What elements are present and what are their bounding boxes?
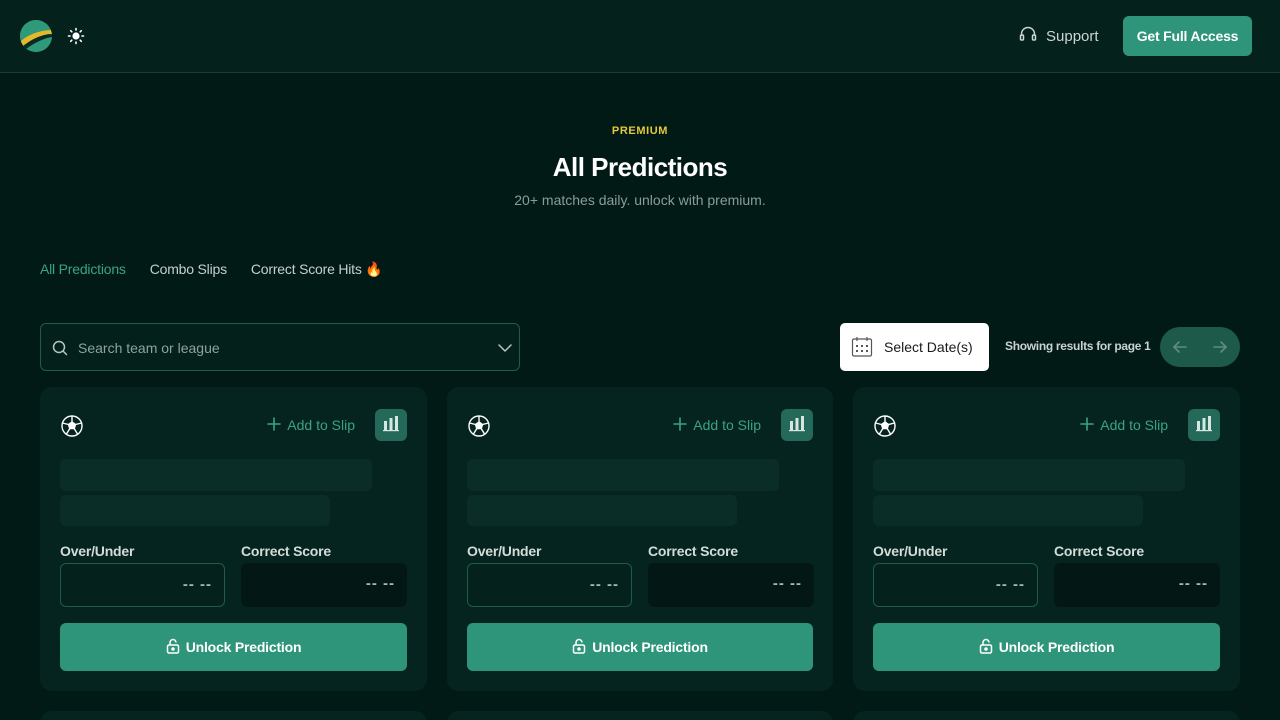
plus-icon [673,416,688,434]
correct-score-field: -- -- [241,563,407,607]
top-navbar: Support Get Full Access [0,0,1280,73]
stats-button[interactable] [375,409,407,441]
calendar-icon [851,336,873,363]
skeleton-line [467,459,779,491]
over-under-field: -- -- [873,563,1038,607]
search-icon [51,339,69,362]
correct-score-label: Correct Score [1054,543,1144,559]
support-label: Support [1046,27,1099,45]
bar-chart-icon [382,414,400,437]
pagination-controls [1160,327,1240,367]
headset-icon [1018,24,1038,48]
chevron-down-icon[interactable] [497,340,513,361]
bar-chart-icon [788,414,806,437]
correct-score-value: -- -- [1178,575,1208,592]
add-to-slip-label: Add to Slip [1100,417,1168,433]
prediction-card-peek [447,711,833,720]
prediction-card: Add to Slip Over/Under Correct Score -- … [447,387,833,691]
unlock-prediction-button[interactable]: Unlock Prediction [873,623,1220,671]
select-dates-label: Select Date(s) [884,339,973,355]
page-title: All Predictions [552,152,728,182]
skeleton-line [467,495,737,526]
soccer-ball-icon [467,414,491,443]
arrow-right-icon[interactable] [1210,337,1230,357]
pagination-status: Showing results for page 1 [1005,339,1151,353]
tab-combo-slips[interactable]: Combo Slips [150,261,227,278]
prediction-card-peek [853,711,1240,720]
search-box [40,323,520,371]
select-dates-button[interactable]: Select Date(s) [840,323,989,371]
unlock-prediction-button[interactable]: Unlock Prediction [60,623,407,671]
correct-score-field: -- -- [1054,563,1220,607]
page-subtitle: 20+ matches daily. unlock with premium. [514,192,766,208]
unlock-label: Unlock Prediction [998,639,1115,655]
prediction-card: Add to Slip Over/Under Correct Score -- … [853,387,1240,691]
over-under-label: Over/Under [60,543,135,559]
correct-score-field: -- -- [648,563,814,607]
unlock-label: Unlock Prediction [592,639,708,655]
skeleton-line [60,459,372,491]
unlock-label: Unlock Prediction [185,639,302,655]
soccer-ball-icon [60,414,84,443]
over-under-label: Over/Under [873,543,948,559]
support-link[interactable]: Support [1018,24,1099,48]
bar-chart-icon [1195,414,1213,437]
search-input[interactable] [78,336,478,360]
correct-score-value: -- -- [772,575,802,592]
over-under-value: -- -- [589,576,619,593]
over-under-label: Over/Under [467,543,542,559]
skeleton-line [60,495,330,526]
lock-icon [572,638,586,657]
unlock-prediction-button[interactable]: Unlock Prediction [467,623,813,671]
over-under-value: -- -- [182,576,212,593]
add-to-slip-button[interactable]: Add to Slip [267,415,355,435]
correct-score-value: -- -- [365,575,395,592]
lock-icon [166,638,180,657]
tab-correct-score-hits[interactable]: Correct Score Hits 🔥 [251,261,383,278]
arrow-left-icon[interactable] [1170,337,1190,357]
prediction-card: Add to Slip Over/Under Correct Score -- … [40,387,427,691]
correct-score-label: Correct Score [648,543,738,559]
add-to-slip-label: Add to Slip [287,417,355,433]
skeleton-line [873,459,1185,491]
stats-button[interactable] [781,409,813,441]
add-to-slip-button[interactable]: Add to Slip [673,415,761,435]
tab-all-predictions[interactable]: All Predictions [40,261,126,278]
sun-icon[interactable] [66,26,86,46]
over-under-value: -- -- [995,576,1025,593]
brand-logo[interactable] [20,20,52,52]
add-to-slip-label: Add to Slip [693,417,761,433]
over-under-field: -- -- [467,563,632,607]
get-full-access-button[interactable]: Get Full Access [1123,16,1252,56]
soccer-ball-icon [873,414,897,443]
plus-icon [1080,416,1095,434]
add-to-slip-button[interactable]: Add to Slip [1080,415,1168,435]
stats-button[interactable] [1188,409,1220,441]
over-under-field: -- -- [60,563,225,607]
prediction-card-peek [40,711,427,720]
skeleton-line [873,495,1143,526]
prediction-tabs: All Predictions Combo Slips Correct Scor… [40,261,383,278]
premium-eyebrow: PREMIUM [611,125,669,137]
lock-icon [979,638,993,657]
plus-icon [267,416,282,434]
correct-score-label: Correct Score [241,543,331,559]
